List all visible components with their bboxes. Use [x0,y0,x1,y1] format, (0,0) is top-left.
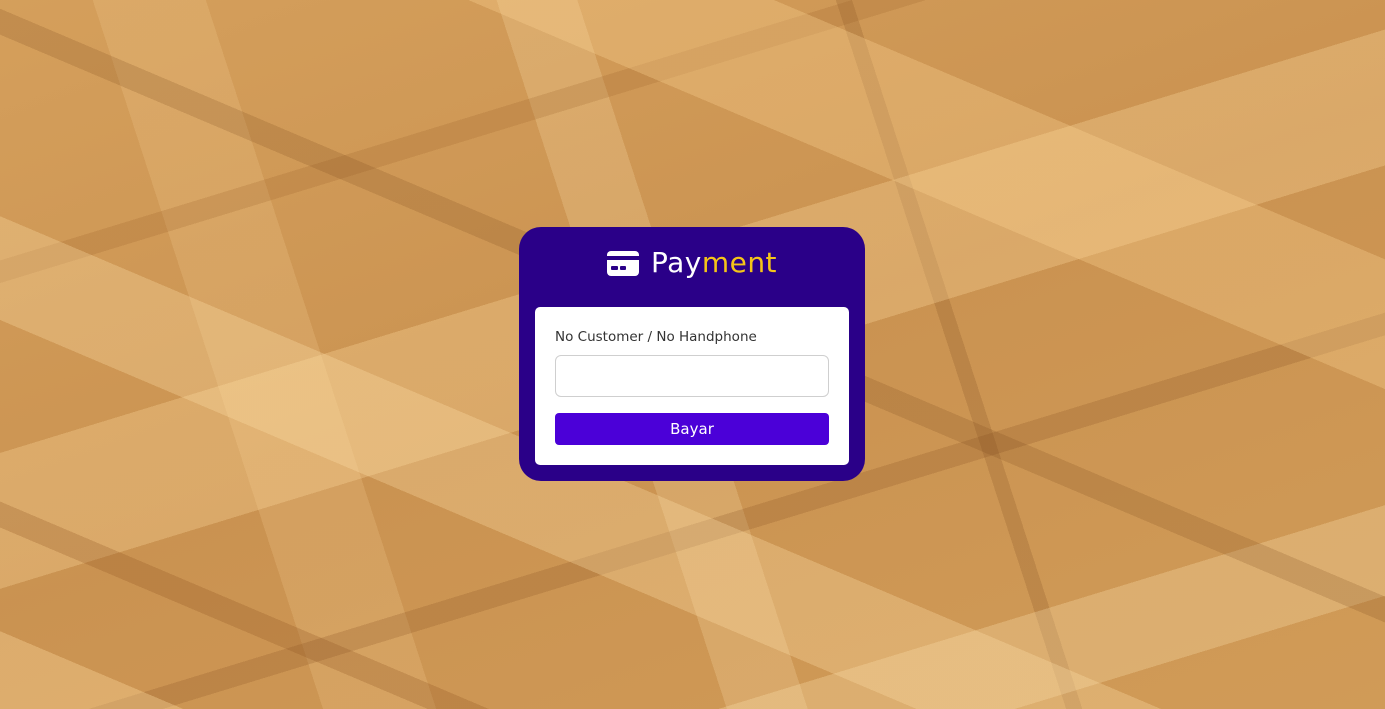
credit-card-icon [606,250,639,276]
payment-card: Payment No Customer / No Handphone Bayar [519,227,865,481]
brand-title-ment: ment [701,246,778,279]
brand-title-pay: Pay [650,246,702,279]
payment-form-panel: No Customer / No Handphone Bayar [535,307,849,465]
customer-number-label: No Customer / No Handphone [555,329,757,345]
pay-button[interactable]: Bayar [555,413,829,445]
brand-title: Payment [651,245,777,281]
customer-number-input[interactable] [555,355,829,397]
brand-header: Payment [519,245,865,281]
